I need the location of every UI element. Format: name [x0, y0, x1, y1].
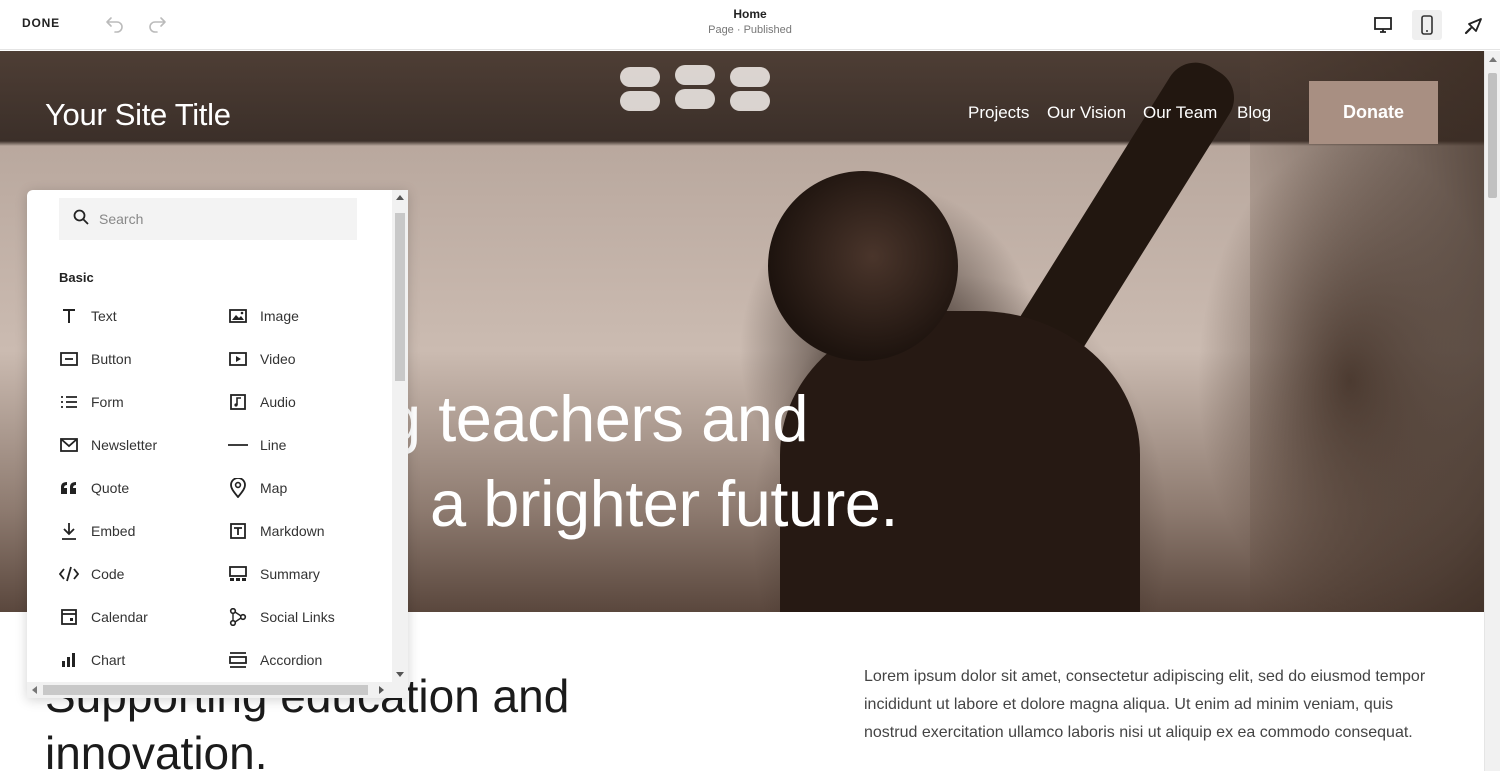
block-item-label: Audio	[260, 394, 296, 410]
done-button[interactable]: DONE	[22, 16, 60, 30]
scroll-up-arrow-icon[interactable]	[396, 195, 404, 200]
block-item-quote[interactable]: Quote	[59, 474, 209, 502]
mobile-view-icon[interactable]	[1412, 10, 1442, 40]
desktop-view-icon[interactable]	[1368, 10, 1398, 40]
add-block-panel: Basic Text Button Form Newsletter Quote …	[27, 190, 408, 698]
block-item-summary[interactable]: Summary	[228, 560, 378, 588]
panel-vertical-scrollbar[interactable]	[392, 190, 408, 682]
newsletter-icon	[59, 435, 79, 455]
site-title[interactable]: Your Site Title	[45, 97, 231, 133]
hero-figure-head	[768, 171, 958, 361]
embed-icon	[59, 521, 79, 541]
block-item-label: Video	[260, 351, 296, 367]
block-item-video[interactable]: Video	[228, 345, 378, 373]
page-scrollbar-thumb[interactable]	[1488, 73, 1497, 198]
block-item-label: Code	[91, 566, 125, 582]
scroll-right-arrow-icon[interactable]	[379, 686, 384, 694]
panel-horizontal-thumb[interactable]	[43, 685, 368, 695]
section-label-basic: Basic	[59, 270, 94, 285]
form-icon	[59, 392, 79, 412]
accordion-icon	[228, 650, 248, 670]
block-item-map[interactable]: Map	[228, 474, 378, 502]
editor-toolbar: DONE Home Page · Published	[0, 0, 1500, 50]
block-item-label: Calendar	[91, 609, 148, 625]
block-item-form[interactable]: Form	[59, 388, 209, 416]
page-info[interactable]: Home Page · Published	[650, 7, 850, 36]
block-item-label: Form	[91, 394, 124, 410]
map-pin-icon	[228, 478, 248, 498]
block-item-audio[interactable]: Audio	[228, 388, 378, 416]
panel-horizontal-scrollbar[interactable]	[27, 682, 408, 698]
search-icon	[73, 209, 89, 230]
hero-headline-line1[interactable]: g teachers and	[385, 381, 809, 456]
block-item-markdown[interactable]: Markdown	[228, 517, 378, 545]
nav-link-blog[interactable]: Blog	[1237, 103, 1271, 123]
block-item-label: Markdown	[260, 523, 325, 539]
ceiling-lights	[615, 63, 780, 113]
design-brush-icon[interactable]	[1458, 10, 1488, 40]
undo-icon[interactable]	[104, 12, 126, 34]
redo-icon[interactable]	[146, 12, 168, 34]
block-item-label: Button	[91, 351, 132, 367]
block-item-code[interactable]: Code	[59, 560, 209, 588]
block-item-label: Accordion	[260, 652, 323, 668]
block-item-text[interactable]: Text	[59, 302, 209, 330]
summary-icon	[228, 564, 248, 584]
block-item-chart[interactable]: Chart	[59, 646, 209, 674]
block-item-label: Text	[91, 308, 117, 324]
section-body-text[interactable]: Lorem ipsum dolor sit amet, consectetur …	[864, 663, 1444, 747]
video-icon	[228, 349, 248, 369]
audio-icon	[228, 392, 248, 412]
page-name: Home	[733, 7, 767, 21]
button-icon	[59, 349, 79, 369]
text-icon	[59, 306, 79, 326]
line-icon	[228, 435, 248, 455]
quote-icon	[59, 478, 79, 498]
panel-vertical-thumb[interactable]	[395, 213, 405, 381]
calendar-icon	[59, 607, 79, 627]
code-icon	[59, 564, 79, 584]
block-item-accordion[interactable]: Accordion	[228, 646, 378, 674]
block-item-label: Quote	[91, 480, 130, 496]
block-item-label: Image	[260, 308, 299, 324]
block-search-input[interactable]	[99, 211, 329, 227]
nav-link-our-team[interactable]: Our Team	[1143, 103, 1217, 123]
block-item-label: Line	[260, 437, 287, 453]
block-item-label: Social Links	[260, 609, 335, 625]
block-search[interactable]	[59, 198, 357, 240]
block-item-label: Newsletter	[91, 437, 158, 453]
nav-link-projects[interactable]: Projects	[968, 103, 1029, 123]
block-item-social-links[interactable]: Social Links	[228, 603, 378, 631]
block-item-label: Embed	[91, 523, 136, 539]
nav-link-our-vision[interactable]: Our Vision	[1047, 103, 1126, 123]
scroll-left-arrow-icon[interactable]	[32, 686, 37, 694]
scroll-down-arrow-icon[interactable]	[396, 672, 404, 677]
image-icon	[228, 306, 248, 326]
markdown-icon	[228, 521, 248, 541]
page-status: Page · Published	[708, 24, 792, 36]
scroll-up-arrow-icon[interactable]	[1489, 57, 1497, 62]
page-scrollbar[interactable]	[1484, 51, 1500, 771]
block-item-image[interactable]: Image	[228, 302, 378, 330]
section-heading-line2: innovation.	[45, 727, 268, 779]
block-item-calendar[interactable]: Calendar	[59, 603, 209, 631]
block-item-label: Summary	[260, 566, 320, 582]
donate-button[interactable]: Donate	[1309, 81, 1438, 144]
chart-icon	[59, 650, 79, 670]
block-item-line[interactable]: Line	[228, 431, 378, 459]
block-item-label: Chart	[91, 652, 126, 668]
block-item-newsletter[interactable]: Newsletter	[59, 431, 209, 459]
block-item-label: Map	[260, 480, 288, 496]
social-links-icon	[228, 607, 248, 627]
block-item-button[interactable]: Button	[59, 345, 209, 373]
block-item-embed[interactable]: Embed	[59, 517, 209, 545]
hero-headline-line2[interactable]: a brighter future.	[430, 466, 898, 541]
